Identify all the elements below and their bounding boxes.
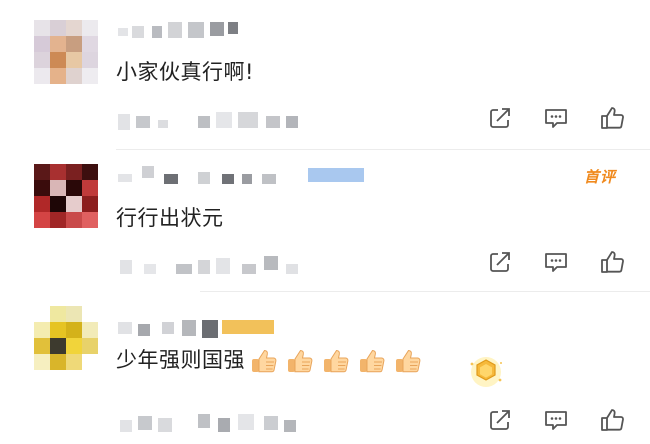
share-icon[interactable] bbox=[486, 406, 514, 434]
avatar[interactable] bbox=[34, 20, 98, 84]
comment-text-label: 少年强则国强 bbox=[116, 348, 245, 372]
avatar[interactable] bbox=[34, 306, 98, 370]
comment-icon[interactable] bbox=[542, 104, 570, 132]
comment-text: 行行出状元 bbox=[116, 206, 224, 230]
thumbs-up-icon[interactable] bbox=[598, 104, 626, 132]
thumbs-up-icon[interactable] bbox=[598, 406, 626, 434]
comment-actions bbox=[486, 406, 626, 434]
username-blurred[interactable] bbox=[118, 22, 248, 40]
gold-medal-icon bbox=[466, 354, 506, 390]
comment-actions bbox=[486, 248, 626, 276]
username-blurred[interactable] bbox=[118, 166, 368, 184]
thumbs-up-emoji bbox=[249, 346, 279, 376]
emoji-group bbox=[249, 346, 429, 376]
first-comment-badge: 首评 bbox=[584, 168, 617, 186]
username-blurred[interactable] bbox=[118, 320, 278, 338]
thumbs-up-emoji bbox=[357, 346, 387, 376]
thumbs-up-emoji bbox=[321, 346, 351, 376]
share-icon[interactable] bbox=[486, 248, 514, 276]
thumbs-up-emoji bbox=[285, 346, 315, 376]
comment-item-1: 小家伙真行啊! bbox=[0, 0, 650, 148]
comment-text: 小家伙真行啊! bbox=[116, 60, 254, 84]
avatar[interactable] bbox=[34, 164, 98, 228]
share-icon[interactable] bbox=[486, 104, 514, 132]
thumbs-up-icon[interactable] bbox=[598, 248, 626, 276]
timestamp-blurred bbox=[118, 256, 318, 274]
comment-icon[interactable] bbox=[542, 248, 570, 276]
timestamp-blurred bbox=[118, 112, 318, 130]
comment-item-2: 首评 行行出状元 bbox=[0, 150, 650, 290]
comment-item-3: 少年强则国强 bbox=[0, 292, 650, 444]
timestamp-blurred bbox=[118, 414, 318, 432]
thumbs-up-emoji bbox=[393, 346, 423, 376]
comment-icon[interactable] bbox=[542, 406, 570, 434]
comment-text: 少年强则国强 bbox=[116, 344, 429, 376]
comment-actions bbox=[486, 104, 626, 132]
